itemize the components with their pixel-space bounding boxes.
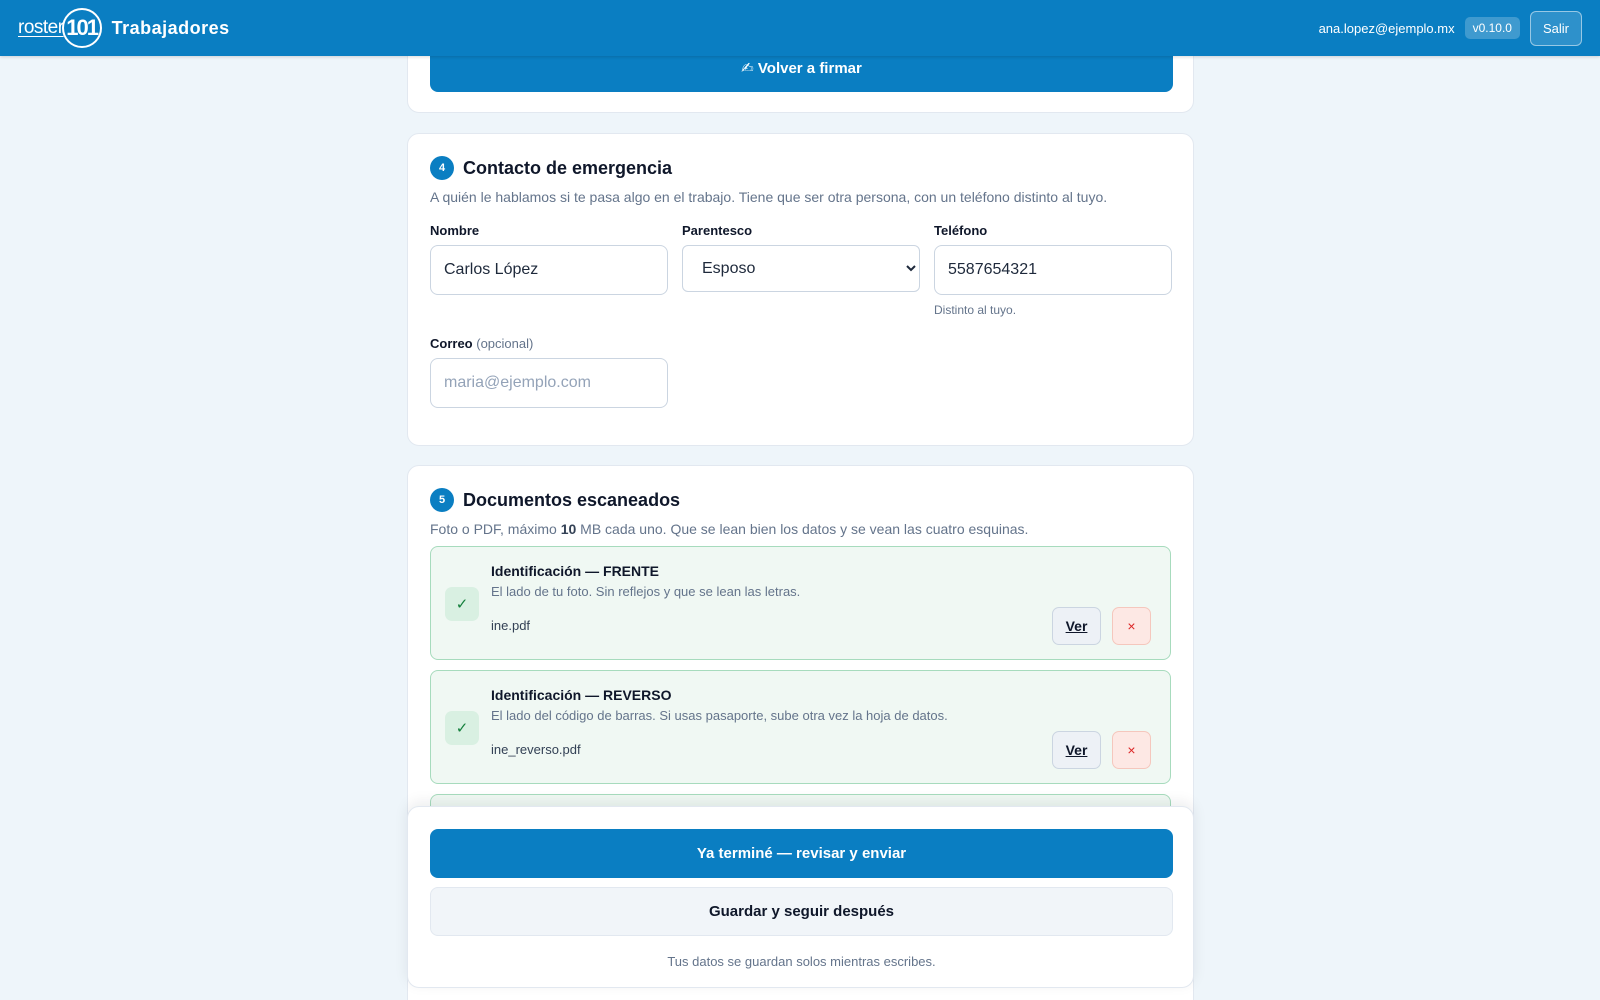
document-description: El lado del código de barras. Si usas pa… bbox=[491, 708, 948, 723]
name-input[interactable] bbox=[430, 245, 668, 295]
user-email: ana.lopez@ejemplo.mx bbox=[1318, 20, 1455, 36]
email-input[interactable] bbox=[430, 358, 668, 408]
email-optional-tag: (opcional) bbox=[476, 336, 534, 351]
document-description: El lado de tu foto. Sin reflejos y que s… bbox=[491, 584, 801, 599]
emergency-contact-title: Contacto de emergencia bbox=[463, 157, 673, 178]
email-label-text: Correo bbox=[430, 336, 473, 351]
check-icon: ✓ bbox=[445, 711, 479, 745]
document-filename: ine.pdf bbox=[491, 618, 531, 633]
remove-document-button[interactable]: × bbox=[1112, 607, 1151, 645]
documents-description: Foto o PDF, máximo 10 MB cada uno. Que s… bbox=[430, 521, 1171, 537]
email-label: Correo (opcional) bbox=[430, 336, 668, 351]
phone-hint: Distinto al tuyo. bbox=[934, 303, 1017, 317]
review-and-submit-button[interactable]: Ya terminé — revisar y enviar bbox=[430, 829, 1173, 878]
emergency-email-row: Correo (opcional) bbox=[430, 336, 1171, 408]
document-title: Identificación — REVERSO bbox=[491, 687, 672, 703]
app-title: Trabajadores bbox=[111, 17, 230, 38]
relationship-select[interactable]: Esposo bbox=[682, 245, 920, 292]
app-header: roster 101 Trabajadores ana.lopez@ejempl… bbox=[0, 0, 1600, 56]
email-field-group: Correo (opcional) bbox=[430, 336, 668, 408]
phone-input[interactable] bbox=[934, 245, 1172, 295]
roster-101-logo[interactable]: roster 101 bbox=[18, 8, 102, 48]
name-field-group: Nombre bbox=[430, 223, 668, 317]
view-document-button[interactable]: Ver bbox=[1052, 731, 1101, 769]
save-and-continue-later-button[interactable]: Guardar y seguir después bbox=[430, 887, 1173, 936]
step-number-badge: 5 bbox=[430, 488, 454, 512]
logo-circle-icon: 101 bbox=[61, 8, 102, 48]
emergency-contact-description: A quién le hablamos si te pasa algo en e… bbox=[430, 189, 1108, 205]
phone-field-group: Teléfono Distinto al tuyo. bbox=[934, 223, 1172, 317]
document-filename: ine_reverso.pdf bbox=[491, 742, 581, 757]
emergency-contact-card: 4 Contacto de emergencia A quién le habl… bbox=[407, 133, 1194, 446]
emergency-fields-row: Nombre Parentesco Esposo Teléfono Distin… bbox=[430, 223, 1172, 317]
logout-button[interactable]: Salir bbox=[1529, 10, 1582, 46]
document-item-id-front: ✓ Identificación — FRENTE El lado de tu … bbox=[430, 546, 1171, 660]
emergency-contact-header: 4 Contacto de emergencia bbox=[430, 156, 1171, 180]
view-document-button[interactable]: Ver bbox=[1052, 607, 1101, 645]
documents-title: Documentos escaneados bbox=[463, 489, 681, 510]
relationship-field-group: Parentesco Esposo bbox=[682, 223, 920, 317]
autosave-note: Tus datos se guardan solos mientras escr… bbox=[667, 954, 936, 969]
name-label: Nombre bbox=[430, 223, 480, 238]
step-number-badge: 4 bbox=[430, 156, 454, 180]
documents-desc-start: Foto o PDF, máximo bbox=[430, 521, 561, 537]
document-item-id-back: ✓ Identificación — REVERSO El lado del c… bbox=[430, 670, 1171, 784]
documents-desc-end: MB cada uno. Que se lean bien los datos … bbox=[576, 521, 1029, 537]
documents-header: 5 Documentos escaneados bbox=[430, 488, 1171, 512]
version-badge: v0.10.0 bbox=[1464, 17, 1520, 39]
relationship-label: Parentesco bbox=[682, 223, 753, 238]
remove-document-button[interactable]: × bbox=[1112, 731, 1151, 769]
phone-label: Teléfono bbox=[934, 223, 988, 238]
logo-wordmark: roster bbox=[18, 17, 64, 38]
check-icon: ✓ bbox=[445, 587, 479, 621]
header-user-area: ana.lopez@ejemplo.mx v0.10.0 Salir bbox=[1318, 10, 1582, 46]
sticky-action-bar: Ya terminé — revisar y enviar Guardar y … bbox=[407, 806, 1194, 988]
document-title: Identificación — FRENTE bbox=[491, 563, 660, 579]
documents-desc-size: 10 bbox=[560, 521, 577, 537]
